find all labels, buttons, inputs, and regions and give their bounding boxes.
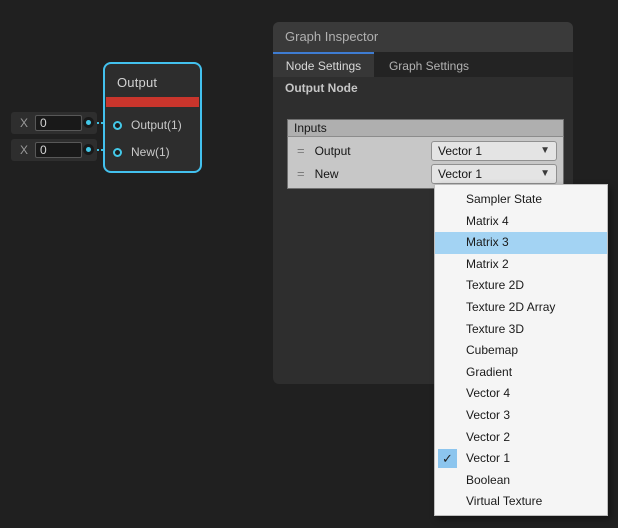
menu-item-vector-1[interactable]: ✓ Vector 1 [435, 448, 607, 470]
type-dropdown-new[interactable]: Vector 1 ▼ [431, 164, 557, 184]
menu-item-cubemap[interactable]: Cubemap [435, 340, 607, 362]
port-label: Output(1) [131, 118, 182, 132]
menu-item-texture-3d[interactable]: Texture 3D [435, 319, 607, 341]
type-dropdown-menu: Sampler State Matrix 4 Matrix 3 Matrix 2… [434, 184, 608, 516]
inputs-list-rows: = Output Vector 1 ▼ = New Vector 1 ▼ [287, 137, 564, 189]
port-dot-icon [86, 120, 91, 125]
port-dot-icon [86, 147, 91, 152]
menu-item-label: Vector 1 [466, 451, 510, 465]
drag-handle-icon[interactable]: = [297, 166, 305, 181]
caret-down-icon: ▼ [540, 168, 550, 179]
input-port-icon[interactable] [113, 121, 122, 130]
inputs-list: Inputs = Output Vector 1 ▼ = New Vector … [287, 119, 564, 189]
inspector-heading: Output Node [285, 81, 358, 95]
widget-port-icon[interactable] [83, 144, 94, 155]
inputs-list-header: Inputs [287, 119, 564, 137]
menu-item-matrix-4[interactable]: Matrix 4 [435, 211, 607, 233]
menu-item-matrix-2[interactable]: Matrix 2 [435, 254, 607, 276]
input-name-new[interactable]: New [315, 167, 431, 181]
inspector-title-bar[interactable]: Graph Inspector [273, 22, 573, 52]
value-field-output[interactable]: 0 [35, 115, 82, 131]
tab-graph-settings[interactable]: Graph Settings [374, 52, 484, 77]
node-title: Output [117, 75, 157, 90]
input-row-new: = New Vector 1 ▼ [288, 162, 563, 185]
type-dropdown-output[interactable]: Vector 1 ▼ [431, 141, 557, 161]
input-port-icon[interactable] [113, 148, 122, 157]
menu-item-vector-2[interactable]: Vector 2 [435, 427, 607, 449]
menu-item-virtual-texture[interactable]: Virtual Texture [435, 491, 607, 513]
menu-item-boolean[interactable]: Boolean [435, 470, 607, 492]
menu-item-texture-2d-array[interactable]: Texture 2D Array [435, 297, 607, 319]
check-icon: ✓ [438, 449, 457, 468]
dropdown-value: Vector 1 [438, 167, 482, 181]
input-name-output[interactable]: Output [315, 144, 431, 158]
output-node[interactable]: Output Output(1) New(1) [103, 62, 202, 173]
input-row-output: = Output Vector 1 ▼ [288, 139, 563, 162]
widget-port-icon[interactable] [83, 117, 94, 128]
port-label: New(1) [131, 145, 170, 159]
dropdown-value: Vector 1 [438, 144, 482, 158]
caret-down-icon: ▼ [540, 145, 550, 156]
menu-item-vector-3[interactable]: Vector 3 [435, 405, 607, 427]
node-port-row: New(1) [113, 143, 170, 161]
menu-item-matrix-3[interactable]: Matrix 3 [435, 232, 607, 254]
menu-item-sampler-state[interactable]: Sampler State [435, 189, 607, 211]
menu-item-gradient[interactable]: Gradient [435, 362, 607, 384]
node-color-bar [106, 97, 199, 107]
tab-node-settings[interactable]: Node Settings [273, 52, 374, 77]
value-field-new[interactable]: 0 [35, 142, 82, 158]
node-port-row: Output(1) [113, 116, 182, 134]
drag-handle-icon[interactable]: = [297, 143, 305, 158]
x-axis-label: X [20, 143, 28, 157]
inspector-tab-row: Node Settings Graph Settings [273, 52, 573, 77]
menu-item-vector-4[interactable]: Vector 4 [435, 383, 607, 405]
x-axis-label: X [20, 116, 28, 130]
menu-item-texture-2d[interactable]: Texture 2D [435, 275, 607, 297]
